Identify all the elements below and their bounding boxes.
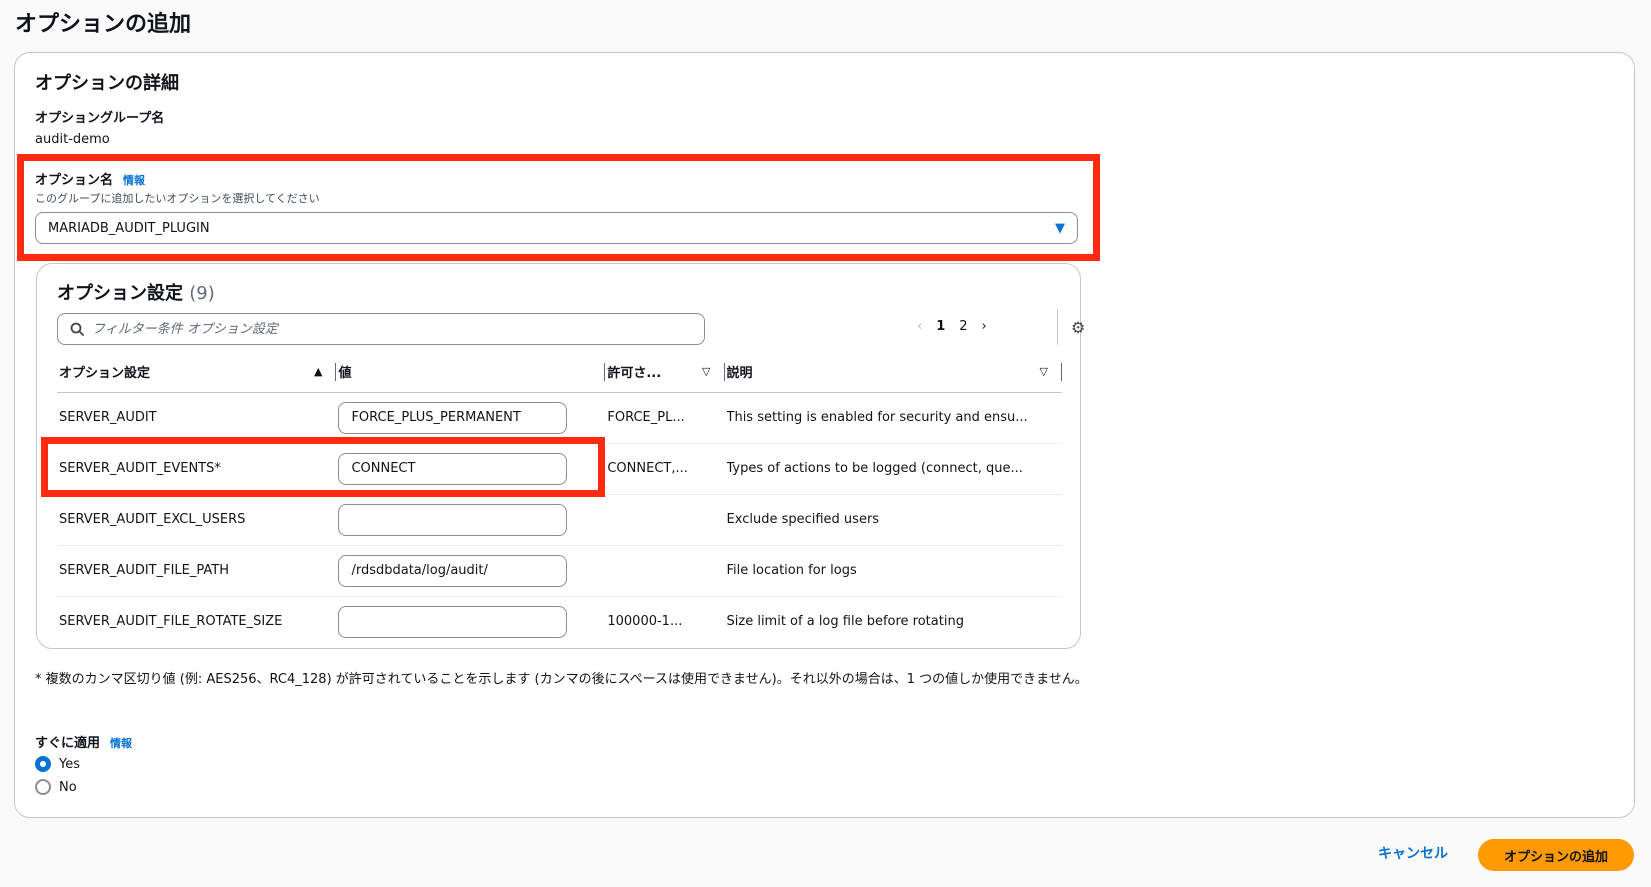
option-details-container: オプションの詳細 オプショングループ名 audit-demo オプション名 情報 … xyxy=(14,52,1635,818)
apply-immediately-info-link[interactable]: 情報 xyxy=(110,737,132,750)
prev-page-icon[interactable]: ‹ xyxy=(917,319,922,334)
apply-immediately-field: すぐに適用 情報 xyxy=(35,732,132,751)
setting-allowed: CONNECT,... xyxy=(607,461,688,476)
apply-immediately-label: すぐに適用 xyxy=(35,736,101,751)
table-row: SERVER_AUDIT_EXCL_USERS Exclude specifie… xyxy=(57,494,1062,546)
radio-yes-label: Yes xyxy=(59,756,80,772)
setting-value-input[interactable] xyxy=(338,401,568,434)
pager-divider xyxy=(1057,309,1058,345)
column-header-description-label: 説明 xyxy=(726,366,753,382)
option-name-hint: このグループに追加したいオプションを選択してください xyxy=(35,192,320,205)
table-row: SERVER_AUDIT_EVENTS* CONNECT,... Types o… xyxy=(57,443,1062,495)
column-header-description[interactable]: 説明 ▽ xyxy=(724,352,1062,393)
setting-value-input[interactable] xyxy=(338,605,568,638)
column-header-value-label: 値 xyxy=(338,366,352,382)
next-page-icon[interactable]: › xyxy=(982,319,987,334)
group-name-value: audit-demo xyxy=(35,132,110,147)
setting-value-input[interactable] xyxy=(338,503,568,536)
setting-value-input[interactable] xyxy=(338,452,568,485)
column-header-allowed-label: 許可さ... xyxy=(607,366,662,382)
group-name-label: オプショングループ名 xyxy=(35,111,165,126)
option-name-select[interactable]: MARIADB_AUDIT_PLUGIN ▼ xyxy=(35,212,1078,244)
settings-title-text: オプション設定 xyxy=(57,283,183,304)
setting-name: SERVER_AUDIT xyxy=(57,392,337,444)
setting-description: Size limit of a log file before rotating xyxy=(726,614,964,630)
settings-title: オプション設定 (9) xyxy=(57,279,215,305)
page-1-button[interactable]: 1 xyxy=(936,319,945,334)
setting-name: SERVER_AUDIT_FILE_ROTATE_SIZE xyxy=(59,614,283,630)
column-resizer[interactable] xyxy=(1061,363,1062,381)
setting-name: SERVER_AUDIT_EVENTS* xyxy=(57,443,337,495)
option-name-info-link[interactable]: 情報 xyxy=(123,174,145,187)
option-name-field: オプション名 情報 このグループに追加したいオプションを選択してください MARI… xyxy=(35,169,1078,244)
setting-allowed: FORCE_PL... xyxy=(607,410,685,425)
pagination: ‹ 1 2 › xyxy=(917,319,987,334)
setting-value-input[interactable] xyxy=(338,554,568,587)
caret-down-icon: ▼ xyxy=(1055,220,1065,236)
setting-name: SERVER_AUDIT_EXCL_USERS xyxy=(57,494,337,546)
setting-description: Types of actions to be logged (connect, … xyxy=(726,461,1023,476)
option-name-selected-value: MARIADB_AUDIT_PLUGIN xyxy=(48,220,210,236)
table-row: SERVER_AUDIT_FILE_PATH File location for… xyxy=(57,545,1062,597)
column-header-name-label: オプション設定 xyxy=(59,366,151,382)
radio-unchecked-icon[interactable] xyxy=(35,779,51,795)
gear-icon[interactable]: ⚙ xyxy=(1071,318,1085,337)
setting-allowed: 100000-1... xyxy=(607,614,683,630)
column-header-name[interactable]: オプション設定 ▲ xyxy=(57,352,337,393)
setting-description: This setting is enabled for security and… xyxy=(726,410,1028,425)
page-2-button[interactable]: 2 xyxy=(959,319,967,334)
setting-name: SERVER_AUDIT_FILE_PATH xyxy=(57,545,337,597)
sort-toggle-icon[interactable]: ▽ xyxy=(1040,365,1048,378)
settings-count: (9) xyxy=(189,283,215,304)
table-row: SERVER_AUDIT_FILE_ROTATE_SIZE 100000-1..… xyxy=(57,596,1062,647)
option-settings-card: オプション設定 (9) ‹ 1 2 › ⚙ xyxy=(36,263,1085,649)
setting-description: Exclude specified users xyxy=(726,512,880,527)
radio-no[interactable]: No xyxy=(35,779,77,795)
column-header-value[interactable]: 値 xyxy=(336,352,606,393)
footnote: * 複数のカンマ区切り値 (例: AES256、RC4_128) が許可されてい… xyxy=(35,672,1088,687)
settings-table: オプション設定 ▲ 値 許可さ... ▽ 説明 ▽ SERVER_AUDIT F… xyxy=(57,352,1062,647)
settings-filter[interactable] xyxy=(57,313,705,345)
sort-ascending-icon[interactable]: ▲ xyxy=(314,365,322,378)
setting-description: File location for logs xyxy=(726,563,857,578)
radio-checked-icon[interactable] xyxy=(35,756,51,772)
radio-no-label: No xyxy=(59,779,77,795)
filter-input[interactable] xyxy=(92,321,682,337)
column-header-allowed[interactable]: 許可さ... ▽ xyxy=(605,352,725,393)
radio-yes[interactable]: Yes xyxy=(35,756,80,772)
table-row: SERVER_AUDIT FORCE_PL... This setting is… xyxy=(57,392,1062,444)
search-icon xyxy=(70,322,84,336)
add-option-button[interactable]: オプションの追加 xyxy=(1478,839,1634,871)
page-title: オプションの追加 xyxy=(15,12,192,37)
section-title: オプションの詳細 xyxy=(35,73,179,94)
cancel-button[interactable]: キャンセル xyxy=(1378,843,1448,863)
option-name-label: オプション名 xyxy=(35,173,114,188)
sort-toggle-icon[interactable]: ▽ xyxy=(702,365,710,378)
